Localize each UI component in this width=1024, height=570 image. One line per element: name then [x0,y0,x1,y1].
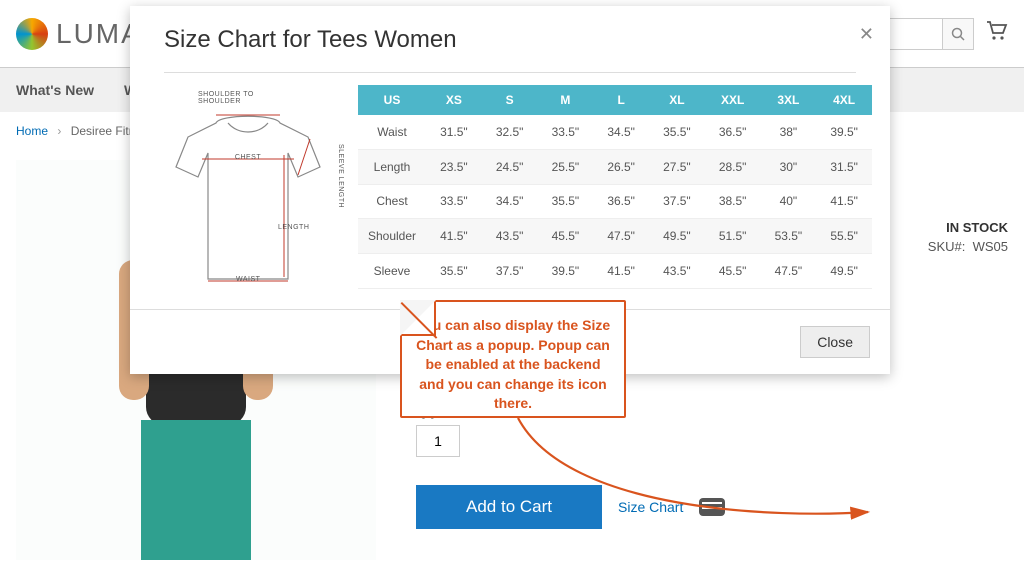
size-col-header: 3XL [761,85,817,115]
measure-value: 36.5" [705,115,761,149]
chevron-right-icon: › [57,124,61,138]
measure-value: 31.5" [426,115,482,149]
measure-value: 51.5" [705,219,761,254]
size-chart-link[interactable]: Size Chart [618,499,683,515]
stock-status: IN STOCK [928,220,1008,235]
measure-value: 33.5" [426,184,482,219]
measure-value: 33.5" [538,115,594,149]
measure-label: Length [358,149,426,184]
table-row: Chest33.5"34.5"35.5"36.5"37.5"38.5"40"41… [358,184,872,219]
size-col-header: XL [649,85,705,115]
measure-value: 43.5" [482,219,538,254]
measure-value: 45.5" [538,219,594,254]
size-col-header: XXL [705,85,761,115]
logo-text: LUMA [56,18,142,50]
measure-value: 45.5" [705,254,761,289]
logo-icon [16,18,48,50]
add-to-cart-button[interactable]: Add to Cart [416,485,602,529]
measure-value: 35.5" [426,254,482,289]
size-col-header: M [538,85,594,115]
measure-value: 47.5" [761,254,817,289]
measure-value: 49.5" [816,254,872,289]
table-row: Waist31.5"32.5"33.5"34.5"35.5"36.5"38"39… [358,115,872,149]
measure-value: 41.5" [816,184,872,219]
size-col-header: S [482,85,538,115]
callout-text: You can also display the Size Chart as a… [416,317,610,411]
logo[interactable]: LUMA [16,18,142,50]
measure-value: 49.5" [649,219,705,254]
sku-line: SKU#: WS05 [928,239,1008,254]
measure-value: 36.5" [593,184,649,219]
measure-value: 35.5" [649,115,705,149]
measure-label: Sleeve [358,254,426,289]
measure-value: 47.5" [593,219,649,254]
measure-value: 39.5" [816,115,872,149]
search-icon[interactable] [942,18,974,50]
measure-value: 31.5" [816,149,872,184]
modal-title: Size Chart for Tees Women [164,26,856,54]
measure-value: 39.5" [538,254,594,289]
sku-label: SKU#: [928,239,966,254]
measure-value: 40" [761,184,817,219]
measure-value: 37.5" [649,184,705,219]
size-col-header: 4XL [816,85,872,115]
tee-diagram: SHOULDER TO SHOULDER SLEEVE LENGTH CHEST… [148,89,348,289]
measure-value: 55.5" [816,219,872,254]
measure-value: 23.5" [426,149,482,184]
measure-value: 38.5" [705,184,761,219]
measure-value: 27.5" [649,149,705,184]
size-col-header: L [593,85,649,115]
measure-label: Waist [358,115,426,149]
size-col-header: XS [426,85,482,115]
table-row: Length23.5"24.5"25.5"26.5"27.5"28.5"30"3… [358,149,872,184]
measure-value: 38" [761,115,817,149]
modal-header: Size Chart for Tees Women ✕ [130,6,890,64]
modal-body: SHOULDER TO SHOULDER SLEEVE LENGTH CHEST… [130,73,890,309]
measure-value: 26.5" [593,149,649,184]
qty-input[interactable] [416,425,460,457]
diagram-label-waist: WAIST [236,276,260,283]
measure-value: 24.5" [482,149,538,184]
diagram-label-chest: CHEST [235,154,261,161]
size-table: USXSSMLXLXXL3XL4XL Waist31.5"32.5"33.5"3… [358,85,872,289]
measure-value: 28.5" [705,149,761,184]
measure-value: 37.5" [482,254,538,289]
measure-value: 41.5" [593,254,649,289]
diagram-label-shoulder: SHOULDER TO SHOULDER [198,91,298,105]
table-row: Shoulder41.5"43.5"45.5"47.5"49.5"51.5"53… [358,219,872,254]
annotation-callout: You can also display the Size Chart as a… [400,300,626,418]
measure-value: 30" [761,149,817,184]
table-row: Sleeve35.5"37.5"39.5"41.5"43.5"45.5"47.5… [358,254,872,289]
cart-icon[interactable] [986,21,1008,47]
measure-value: 32.5" [482,115,538,149]
measure-value: 43.5" [649,254,705,289]
stock-block: IN STOCK SKU#: WS05 [928,220,1008,254]
measure-value: 34.5" [482,184,538,219]
measure-value: 35.5" [538,184,594,219]
diagram-label-length: LENGTH [278,224,309,231]
tape-measure-icon[interactable] [699,498,725,516]
measure-value: 53.5" [761,219,817,254]
nav-whats-new[interactable]: What's New [16,82,94,98]
measure-value: 41.5" [426,219,482,254]
measure-label: Shoulder [358,219,426,254]
measure-value: 25.5" [538,149,594,184]
diagram-label-sleeve: SLEEVE LENGTH [337,144,344,208]
measure-value: 34.5" [593,115,649,149]
sku-value: WS05 [973,239,1008,254]
size-col-header: US [358,85,426,115]
close-icon[interactable]: ✕ [859,24,874,45]
measure-label: Chest [358,184,426,219]
close-button[interactable]: Close [800,326,870,358]
breadcrumb-home[interactable]: Home [16,124,48,138]
